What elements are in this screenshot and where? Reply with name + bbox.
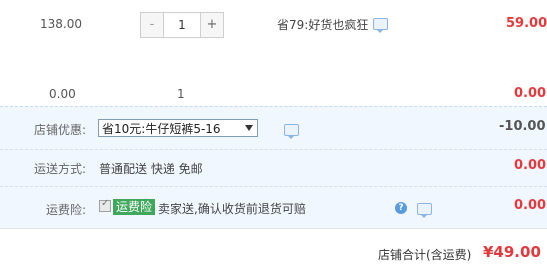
sum-subtotal: 0.00 — [514, 86, 547, 101]
divider — [0, 186, 547, 187]
sum-price: 0.00 — [49, 87, 76, 101]
quantity-input[interactable] — [164, 13, 200, 37]
item-discount-text: 省79:好货也疯狂 — [277, 18, 369, 32]
insurance-text: 卖家送,确认收货前退货可赔 — [158, 202, 306, 216]
chevron-down-icon[interactable] — [245, 125, 253, 131]
item-price: 138.00 — [40, 17, 82, 31]
insurance-checkbox[interactable] — [99, 198, 111, 212]
divider — [0, 149, 547, 150]
shop-total-label: 店铺合计(含运费) — [378, 248, 472, 262]
shop-total-amount: ¥49.00 — [483, 243, 541, 261]
divider — [0, 228, 547, 229]
decrease-button[interactable]: - — [141, 13, 164, 37]
insurance-label: 运费险: — [46, 203, 87, 217]
quantity-stepper[interactable]: - + — [140, 12, 224, 38]
insurance-badge: 运费险 — [113, 199, 156, 215]
sum-quantity: 1 — [177, 87, 185, 101]
shipping-amount: 0.00 — [514, 158, 547, 173]
shop-discount-label: 店铺优惠: — [34, 123, 87, 137]
question-icon[interactable]: ? — [395, 202, 407, 214]
shipping-label: 运送方式: — [34, 162, 87, 176]
insurance-amount: 0.00 — [514, 198, 547, 213]
item-area — [0, 0, 547, 106]
shop-discount-amount: -10.00 — [499, 119, 546, 134]
chat-bubble-icon[interactable] — [373, 18, 388, 33]
chat-bubble-icon[interactable] — [283, 124, 299, 139]
increase-button[interactable]: + — [200, 13, 223, 37]
shop-discount-selected: 省10元:牛仔短裤5-16 — [102, 122, 221, 136]
shipping-method: 普通配送 快递 免邮 — [99, 162, 203, 176]
chat-bubble-icon[interactable] — [416, 203, 432, 218]
shop-discount-select[interactable]: 省10元:牛仔短裤5-16 — [98, 119, 258, 137]
item-subtotal: 59.00 — [506, 16, 547, 31]
